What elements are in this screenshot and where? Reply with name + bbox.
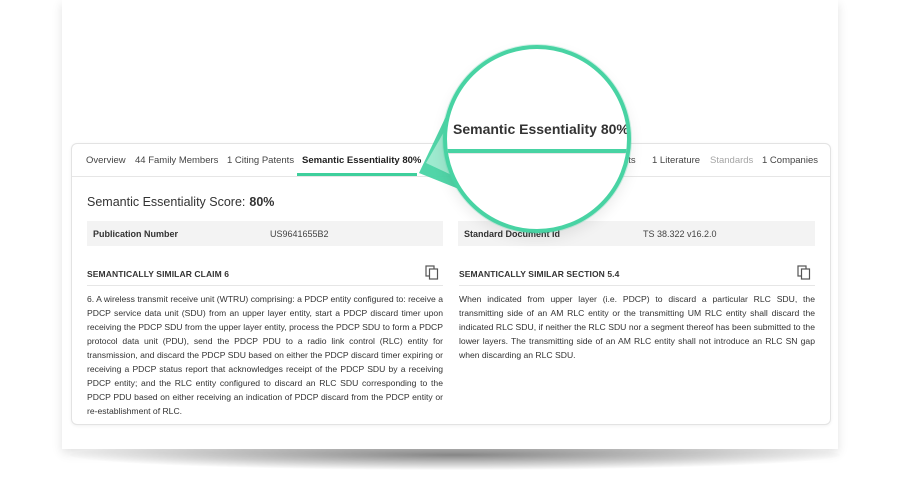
magnifier-lens: Semantic Essentiality 80%	[443, 45, 631, 233]
magnifier-connector	[419, 110, 521, 214]
magnified-tab-rule	[447, 153, 627, 154]
magnified-tab-label: Semantic Essentiality 80%	[453, 121, 629, 137]
